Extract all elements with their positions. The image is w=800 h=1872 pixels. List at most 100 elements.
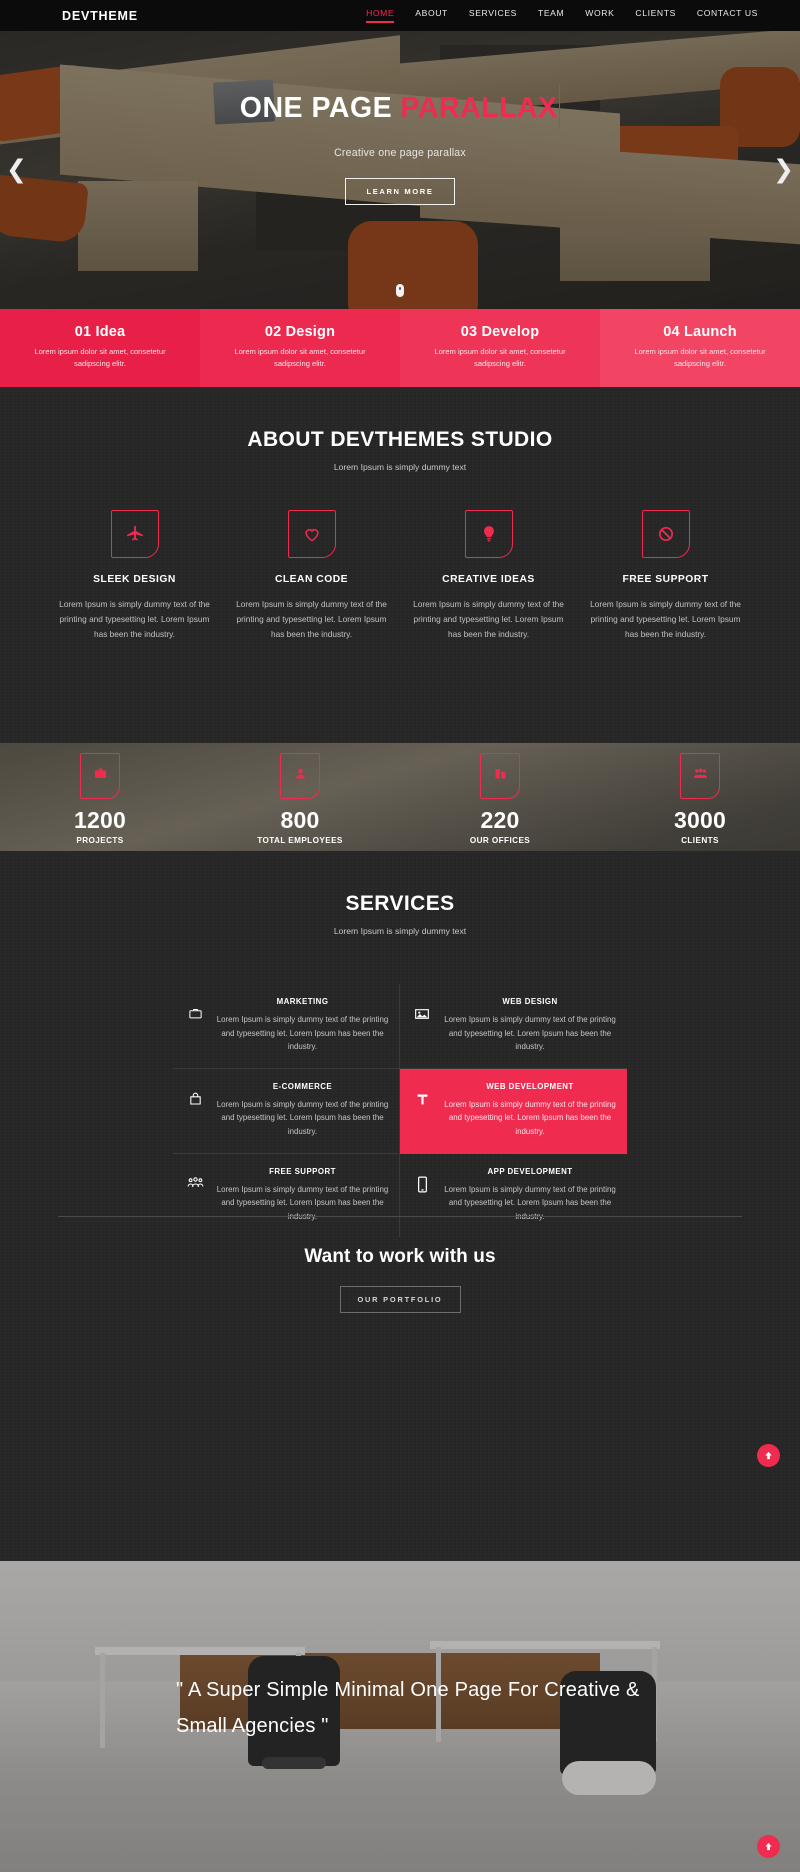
arrow-up-icon [763,1450,774,1461]
process-item-text: Lorem ipsum dolor sit amet, consetetur s… [634,347,766,369]
service-app-development[interactable]: APP DEVELOPMENT Lorem Ipsum is simply du… [400,1154,627,1238]
feature-icon-box [641,510,690,558]
counter-label: OUR OFFICES [469,836,531,845]
services-title: SERVICES [345,892,455,915]
feature-icon-box [287,510,336,558]
our-portfolio-button[interactable]: OUR PORTFOLIO [339,1286,461,1313]
feature-text: Lorem Ipsum is simply dummy text of the … [590,599,741,639]
service-text: Lorem Ipsum is simply dummy text of the … [444,1099,616,1136]
about-subtitle: Lorem Ipsum is simply dummy text [333,462,467,472]
nav-item-contact-us[interactable]: CONTACT US [697,8,758,24]
briefcase-icon [183,997,207,1054]
counters-row: 1200 PROJECTS They can't be wrong 800 TO… [0,743,800,851]
counter-label: PROJECTS [76,836,124,845]
quote-text: " A Super Simple Minimal One Page For Cr… [176,1679,640,1737]
carousel-next-icon[interactable]: ❯ [773,157,794,183]
top-navbar: DEVTHEME HOME ABOUT SERVICES TEAM WORK C… [0,0,800,31]
counter-note: They can't be wrong [400,850,600,851]
learn-more-button[interactable]: LEARN MORE [345,178,455,205]
about-title: ABOUT DEVTHEMES STUDIO [247,428,553,451]
nav-item-clients[interactable]: CLIENTS [635,8,676,24]
service-title: WEB DESIGN [502,997,558,1006]
scroll-to-top-button[interactable] [757,1444,780,1467]
service-text: Lorem Ipsum is simply dummy text of the … [444,1015,616,1052]
mobile-icon [410,1167,434,1224]
hammer-icon [410,1082,434,1139]
image-icon [410,997,434,1054]
nav-item-about[interactable]: ABOUT [415,8,448,24]
counter-number: 3000 [674,807,726,833]
about-heading: ABOUT DEVTHEMES STUDIO Lorem Ipsum is si… [0,387,800,472]
arrow-up-icon [763,1841,774,1852]
process-item-text: Lorem ipsum dolor sit amet, consetetur s… [434,347,566,369]
feature-title: CLEAN CODE [274,574,349,585]
typewriter-caret [558,85,561,129]
services-section: SERVICES Lorem Ipsum is simply dummy tex… [0,851,800,1561]
group-icon [693,766,708,786]
hero-title: ONE PAGE PARALLAX [240,85,561,129]
scroll-to-top-button-bottom[interactable] [757,1835,780,1858]
users-icon [293,766,308,786]
service-title: APP DEVELOPMENT [487,1166,573,1176]
nav-links: HOME ABOUT SERVICES TEAM WORK CLIENTS CO… [366,8,758,24]
process-item-launch[interactable]: 04 Launch Lorem ipsum dolor sit amet, co… [600,309,800,387]
service-title: WEB DEVELOPMENT [486,1081,574,1091]
nav-item-team[interactable]: TEAM [538,8,564,24]
counter-icon-box [680,753,720,799]
cta-title: Want to work with us [304,1246,496,1267]
cta-block: Want to work with us OUR PORTFOLIO [0,1246,800,1313]
service-web-design[interactable]: WEB DESIGN Lorem Ipsum is simply dummy t… [400,984,627,1069]
counter-icon-box [480,753,520,799]
heart-icon [302,524,322,544]
nav-item-work[interactable]: WORK [585,8,614,24]
service-web-development[interactable]: WEB DEVELOPMENT Lorem Ipsum is simply du… [400,1068,627,1154]
process-item-design[interactable]: 02 Design Lorem ipsum dolor sit amet, co… [200,309,400,387]
services-grid: MARKETING Lorem Ipsum is simply dummy te… [173,984,627,1238]
feature-clean-code[interactable]: CLEAN CODE Lorem Ipsum is simply dummy t… [223,510,400,641]
feature-sleek-design[interactable]: SLEEK DESIGN Lorem Ipsum is simply dummy… [46,510,223,641]
hero-content: ONE PAGE PARALLAX Creative one page para… [0,85,800,205]
counter-number: 220 [480,807,520,833]
process-item-title: 01 Idea [74,324,126,340]
counter-note: They can't be wrong [0,850,200,851]
service-text: Lorem Ipsum is simply dummy text of the … [216,1099,389,1136]
briefcase-icon [93,766,108,786]
about-section: ABOUT DEVTHEMES STUDIO Lorem Ipsum is si… [0,387,800,743]
service-title: FREE SUPPORT [269,1166,336,1176]
process-item-text: Lorem ipsum dolor sit amet, consetetur s… [34,347,166,369]
service-e-commerce[interactable]: E-COMMERCE Lorem Ipsum is simply dummy t… [173,1068,400,1154]
process-item-title: 03 Develop [460,324,540,340]
feature-text: Lorem Ipsum is simply dummy text of the … [236,599,387,639]
process-item-develop[interactable]: 03 Develop Lorem ipsum dolor sit amet, c… [400,309,600,387]
process-item-title: 04 Launch [663,324,737,340]
mouse-scroll-icon[interactable] [396,284,404,297]
service-text: Lorem Ipsum is simply dummy text of the … [216,1015,389,1052]
feature-text: Lorem Ipsum is simply dummy text of the … [413,599,564,639]
feature-free-support[interactable]: FREE SUPPORT Lorem Ipsum is simply dummy… [577,510,754,641]
service-free-support[interactable]: FREE SUPPORT Lorem Ipsum is simply dummy… [173,1153,400,1238]
hero-subtitle: Creative one page parallax [334,147,466,159]
services-subtitle: Lorem Ipsum is simply dummy text [333,926,467,936]
counter-label: TOTAL EMPLOYEES [257,836,343,845]
process-item-idea[interactable]: 01 Idea Lorem ipsum dolor sit amet, cons… [0,309,200,387]
counter-number: 1200 [74,807,126,833]
process-bar: 01 Idea Lorem ipsum dolor sit amet, cons… [0,309,800,387]
counter-icon-box [280,753,320,799]
nav-item-services[interactable]: SERVICES [469,8,517,24]
feature-creative-ideas[interactable]: CREATIVE IDEAS Lorem Ipsum is simply dum… [400,510,577,641]
feature-title: FREE SUPPORT [622,574,709,585]
hero-title-accent: PARALLAX [400,92,558,124]
carousel-prev-icon[interactable]: ❮ [6,157,27,183]
ban-circle-icon [656,524,676,544]
quote-section: " A Super Simple Minimal One Page For Cr… [0,1561,800,1872]
nav-item-home[interactable]: HOME [366,8,395,24]
section-divider [58,1216,742,1217]
counter-our-offices: 220 OUR OFFICES They can't be wrong [400,743,600,851]
service-title: MARKETING [276,997,329,1006]
counter-number: 800 [280,807,320,833]
brand-logo[interactable]: DEVTHEME [62,9,138,23]
counter-projects: 1200 PROJECTS They can't be wrong [0,743,200,851]
service-marketing[interactable]: MARKETING Lorem Ipsum is simply dummy te… [173,984,400,1069]
building-icon [493,766,508,786]
counter-total-employees: 800 TOTAL EMPLOYEES They can't be wrong [200,743,400,851]
